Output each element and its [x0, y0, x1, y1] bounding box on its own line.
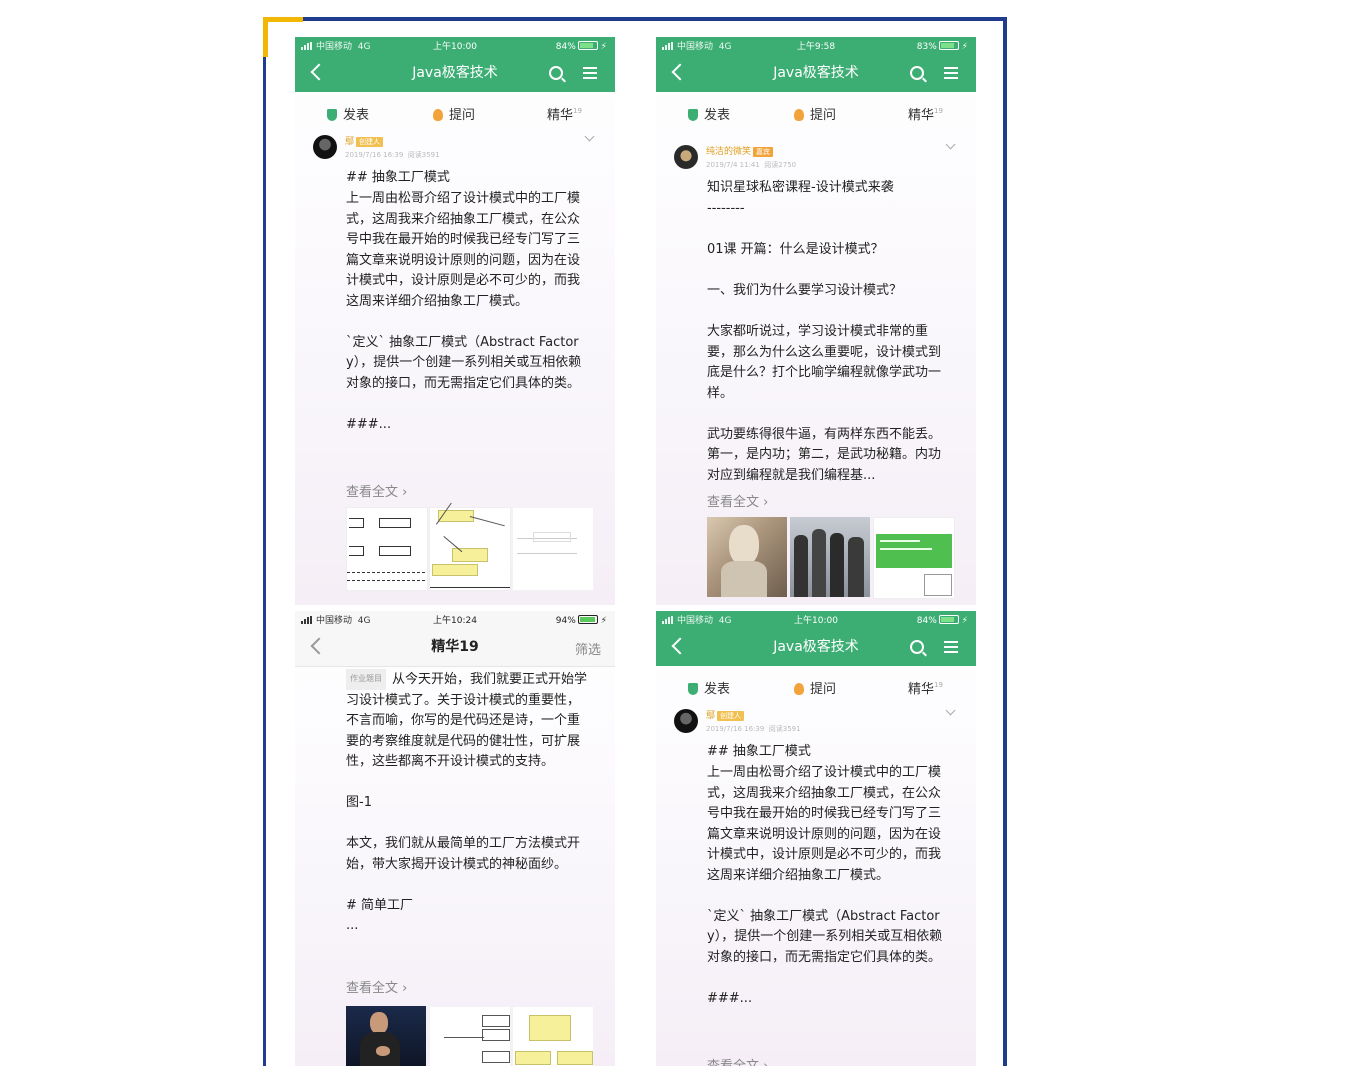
tab-publish[interactable]: 发表 [327, 104, 369, 123]
tab-publish[interactable]: 发表 [688, 104, 730, 123]
post-heading: ## 抽象工厂模式 [346, 170, 450, 185]
post-author: 鄢创建人 [345, 134, 384, 147]
tab-bar: 发表 提问 精华19 [656, 671, 976, 701]
search-icon[interactable] [549, 66, 563, 80]
bulb-icon [433, 109, 443, 121]
page-title: Java极客技术 [773, 65, 859, 81]
page-title: 精华19 [431, 639, 479, 655]
tab-ask[interactable]: 提问 [794, 104, 836, 123]
post-meta: 2019/7/4 11:41 阅读2750 [706, 161, 797, 169]
menu-icon[interactable] [583, 67, 597, 79]
photo-thumbnail[interactable] [707, 517, 787, 597]
shield-icon [327, 109, 337, 121]
post-heading: ## 抽象工厂模式 [707, 744, 811, 759]
status-bar: 中国移动 4G 上午10:00 84% ⚡ [295, 40, 615, 54]
post-author: 鄢创建人 [706, 708, 745, 721]
tab-featured[interactable]: 精华19 [908, 678, 943, 697]
read-more-link[interactable]: 查看全文 › [346, 481, 407, 500]
tab-bar: 发表 提问 精华19 [295, 97, 615, 127]
tab-publish[interactable]: 发表 [688, 678, 730, 697]
shield-icon [688, 109, 698, 121]
post-author: 纯洁的微笑 嘉宾 [706, 144, 774, 157]
diagram-thumbnail[interactable] [873, 517, 955, 599]
post-meta: 2019/7/16 16:39 阅读3591 [345, 151, 440, 159]
filter-button[interactable]: 筛选 [575, 639, 601, 658]
avatar[interactable] [313, 135, 337, 159]
status-bar: 中国移动 4G 上午9:58 83% ⚡ [656, 40, 976, 54]
tab-featured[interactable]: 精华19 [547, 104, 582, 123]
battery-icon [938, 615, 959, 624]
post-body: 作业题目 从今天开始，我们就要正式开始学习设计模式了。关于设计模式的重要性，不言而… [346, 669, 591, 937]
read-more-link[interactable]: 查看全文 › [707, 1055, 768, 1066]
diagram-thumbnail[interactable] [512, 1006, 594, 1066]
menu-icon[interactable] [944, 641, 958, 653]
tab-featured[interactable]: 精华19 [908, 104, 943, 123]
post-body: -------- 01课 开篇：什么是设计模式？ 一、我们为什么要学习设计模式？… [707, 201, 942, 483]
photo-thumbnail[interactable] [346, 1006, 426, 1066]
author-badge: 嘉宾 [753, 147, 774, 157]
page-title: Java极客技术 [412, 65, 498, 81]
app-header: 中国移动 4G 上午10:24 94% ⚡ 精华19 筛选 [295, 611, 615, 667]
bulb-icon [794, 683, 804, 695]
battery-percent: 84% [916, 616, 937, 626]
battery-icon [577, 41, 598, 50]
phone-screenshot-4: 中国移动 4G 上午10:00 84% ⚡ Java极客技术 发表 提问 精华1… [656, 611, 976, 1066]
diagram-thumbnail[interactable] [429, 1006, 511, 1066]
shield-icon [688, 683, 698, 695]
post-heading: 知识星球私密课程-设计模式来袭 [707, 180, 894, 195]
photo-thumbnail[interactable] [790, 517, 870, 597]
search-icon[interactable] [910, 640, 924, 654]
author-badge: 创建人 [356, 137, 384, 147]
post-meta: 2019/7/16 16:39 阅读3591 [706, 725, 801, 733]
battery-icon [577, 615, 598, 624]
assignment-tag: 作业题目 [346, 669, 386, 690]
post-body: 上一周由松哥介绍了设计模式中的工厂模式，这周我来介绍抽象工厂模式，在公众号中我在… [346, 191, 582, 432]
battery-percent: 83% [916, 42, 937, 52]
post-body: 上一周由松哥介绍了设计模式中的工厂模式，这周我来介绍抽象工厂模式，在公众号中我在… [707, 765, 943, 1006]
phone-screenshot-3: 中国移动 4G 上午10:24 94% ⚡ 精华19 筛选 作业题目 从今天开始，… [295, 611, 615, 1066]
battery-percent: 94% [555, 616, 576, 626]
tab-bar: 发表 提问 精华19 [656, 97, 976, 127]
phone-screenshot-2: 中国移动 4G 上午9:58 83% ⚡ Java极客技术 发表 提问 精华19… [656, 37, 976, 605]
status-bar: 中国移动 4G 上午10:24 94% ⚡ [295, 614, 615, 628]
post-images[interactable] [707, 517, 957, 599]
post-images[interactable] [346, 1006, 596, 1066]
read-more-link[interactable]: 查看全文 › [346, 977, 407, 996]
app-header: 中国移动 4G 上午10:00 84% ⚡ Java极客技术 [656, 611, 976, 666]
author-badge: 创建人 [717, 711, 745, 721]
phone-screenshot-1: 中国移动 4G 上午10:00 84% ⚡ Java极客技术 发表 提问 精华1… [295, 37, 615, 605]
battery-icon [938, 41, 959, 50]
menu-icon[interactable] [944, 67, 958, 79]
bulb-icon [794, 109, 804, 121]
avatar[interactable] [674, 145, 698, 169]
diagram-thumbnail[interactable] [512, 507, 594, 591]
tab-ask[interactable]: 提问 [794, 678, 836, 697]
battery-percent: 84% [555, 42, 576, 52]
app-header: 中国移动 4G 上午9:58 83% ⚡ Java极客技术 [656, 37, 976, 92]
diagram-thumbnail[interactable] [429, 502, 511, 591]
search-icon[interactable] [910, 66, 924, 80]
read-more-link[interactable]: 查看全文 › [707, 491, 768, 510]
status-bar: 中国移动 4G 上午10:00 84% ⚡ [656, 614, 976, 628]
diagram-thumbnail[interactable] [346, 507, 428, 591]
app-header: 中国移动 4G 上午10:00 84% ⚡ Java极客技术 [295, 37, 615, 92]
tab-ask[interactable]: 提问 [433, 104, 475, 123]
avatar[interactable] [674, 709, 698, 733]
post-images[interactable] [346, 502, 601, 591]
page-title: Java极客技术 [773, 639, 859, 655]
